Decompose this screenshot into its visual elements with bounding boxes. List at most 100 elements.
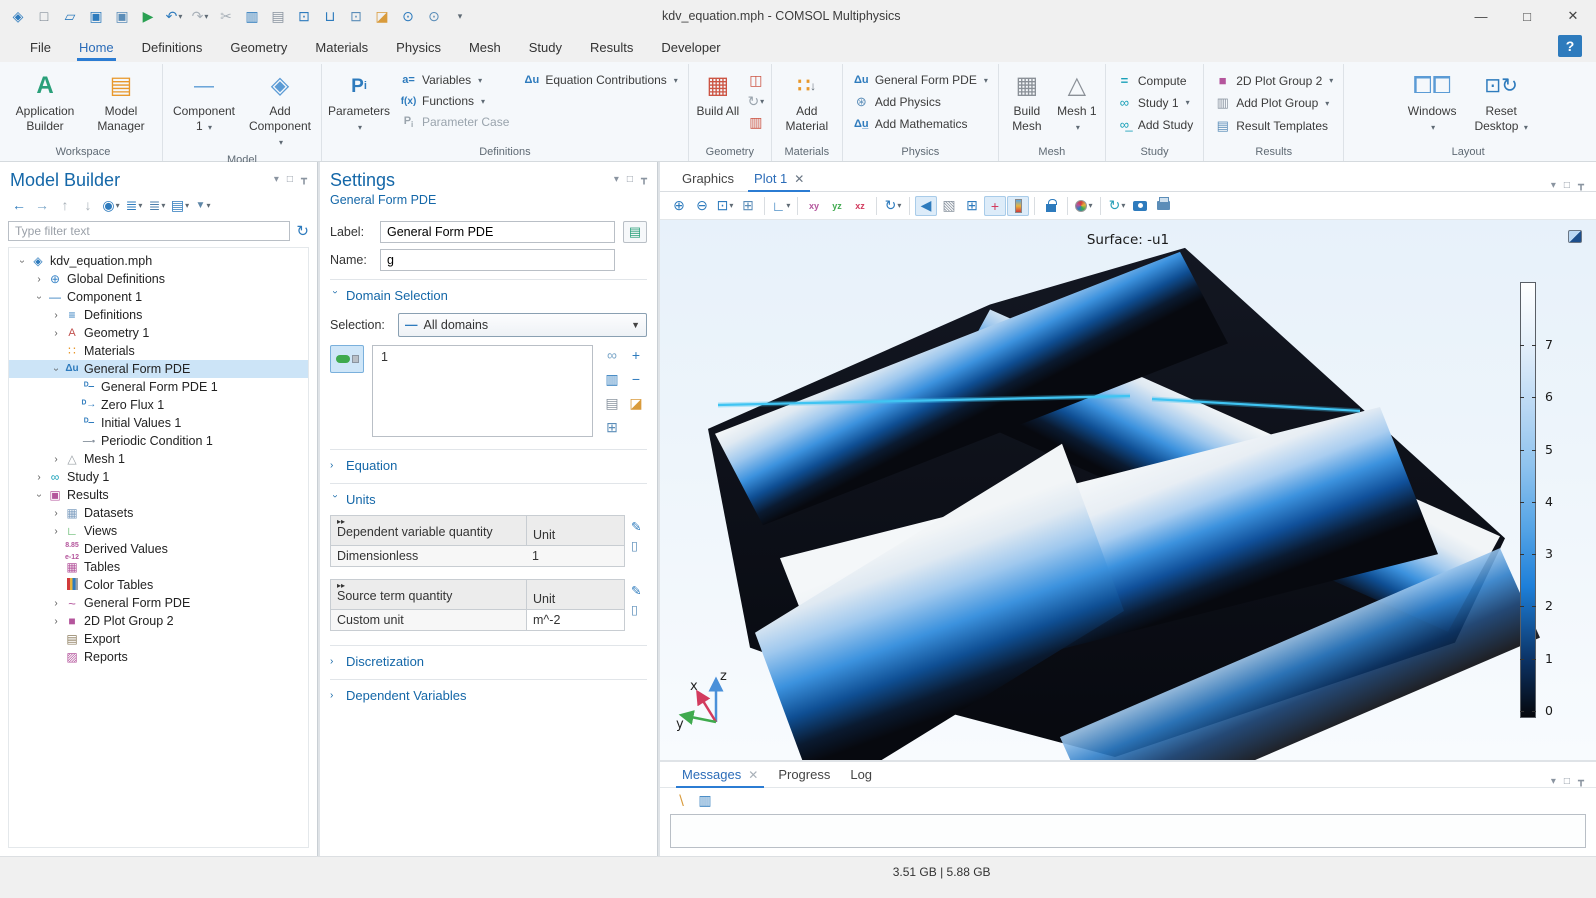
create-selection-button[interactable]: ∞	[601, 345, 623, 365]
minimize-button[interactable]: —	[1458, 0, 1504, 32]
pin-panel-icon[interactable]: ┳	[301, 174, 307, 185]
menu-results[interactable]: Results	[578, 36, 645, 59]
windows-button[interactable]: ⧠⧠ Windows▾	[1400, 68, 1464, 140]
model-manager-button[interactable]: ▤ Model Manager	[84, 68, 158, 140]
menu-materials[interactable]: Materials	[303, 36, 380, 59]
run-button[interactable]: ▶	[136, 4, 160, 28]
save-as-button[interactable]: ▣	[110, 4, 134, 28]
print-button[interactable]	[1152, 196, 1174, 216]
expand-icon[interactable]: ›	[49, 328, 63, 339]
pin-panel-icon[interactable]: ┳	[1578, 776, 1584, 787]
clear-log-button[interactable]: ∖	[670, 790, 692, 810]
clear-selection-button[interactable]: ◪	[370, 4, 394, 28]
tree-item[interactable]: ∷Materials	[9, 342, 308, 360]
collapse-icon[interactable]: ›	[17, 254, 28, 268]
collapse-icon[interactable]: ›	[34, 488, 45, 502]
section-equation[interactable]: › Equation	[330, 456, 647, 475]
refresh-filter-icon[interactable]: ↻	[296, 222, 309, 240]
menu-geometry[interactable]: Geometry	[218, 36, 299, 59]
menu-mesh[interactable]: Mesh	[457, 36, 513, 59]
tab-plot-1[interactable]: Plot 1 ✕	[744, 166, 814, 191]
change-unit-icon[interactable]: ▯	[631, 602, 641, 617]
result-templates-button[interactable]: ▤ Result Templates	[1208, 115, 1339, 137]
node-text-button[interactable]: ▤▾	[169, 195, 191, 215]
transparency-button[interactable]: ◀	[915, 196, 937, 216]
qat-dropdown-button[interactable]: ▾	[448, 4, 472, 28]
zoom-in-button[interactable]: ⊕	[668, 196, 690, 216]
view-yz-button[interactable]: yz	[826, 196, 848, 216]
filter-button[interactable]: ▼▾	[192, 195, 214, 215]
float-panel-icon[interactable]: □	[1564, 180, 1570, 191]
nav-forward-button[interactable]: →	[31, 195, 53, 215]
collapse-icon[interactable]: ›	[51, 362, 62, 376]
default-view-button[interactable]: ∟▾	[770, 196, 792, 216]
panel-menu-icon[interactable]: ▾	[274, 174, 279, 185]
tab-progress[interactable]: Progress	[768, 762, 840, 787]
scene-cube-icon[interactable]	[1568, 230, 1582, 243]
edit-table-icon[interactable]: ✎	[631, 583, 641, 598]
change-unit-icon[interactable]: ▯	[631, 538, 641, 553]
plot-canvas[interactable]: Surface: -u1 01234567 z x	[660, 220, 1596, 760]
tab-log[interactable]: Log	[840, 762, 882, 787]
component-1-button[interactable]: — Component 1 ▾	[167, 68, 241, 140]
tree-item[interactable]: Color Tables	[9, 576, 308, 594]
tree-item[interactable]: ›AGeometry 1	[9, 324, 308, 342]
virtual-operations-button[interactable]: ▥	[745, 112, 767, 132]
collapse-icon[interactable]: ›	[34, 290, 45, 304]
name-field-input[interactable]	[380, 249, 615, 271]
pin-panel-icon[interactable]: ┳	[641, 174, 647, 185]
add-mathematics-button[interactable]: Δu̲ Add Mathematics	[847, 114, 994, 134]
tree-item[interactable]: ᴰ‒Initial Values 1	[9, 414, 308, 432]
clear-selection-button[interactable]: ◪	[625, 393, 647, 413]
build-mesh-button[interactable]: ▦ Build Mesh	[1003, 68, 1051, 140]
tab-messages[interactable]: Messages ✕	[672, 762, 768, 787]
add-component-button[interactable]: ◈ Add Component ▾	[243, 68, 317, 152]
add-material-button[interactable]: ∷↓ Add Material	[776, 68, 838, 140]
zoom-extents-button[interactable]: ⊞	[737, 196, 759, 216]
comsol-logo-button[interactable]: ◈	[6, 4, 30, 28]
table-cell[interactable]: Dimensionless	[331, 546, 526, 566]
save-button[interactable]: ▣	[84, 4, 108, 28]
view-xz-button[interactable]: xz	[849, 196, 871, 216]
lock-button[interactable]	[1040, 196, 1062, 216]
move-down-button[interactable]: ↓	[77, 195, 99, 215]
expand-icon[interactable]: ›	[32, 274, 46, 285]
tree-item[interactable]: ›∟Views	[9, 522, 308, 540]
tree-item[interactable]: ›—Component 1	[9, 288, 308, 306]
reset-desktop-button[interactable]: ⊡↻ Reset Desktop ▾	[1466, 68, 1536, 140]
copy-button[interactable]: ▥	[240, 4, 264, 28]
add-plot-group-button[interactable]: ▥ Add Plot Group▾	[1208, 92, 1339, 114]
tree-item[interactable]: ›▦Datasets	[9, 504, 308, 522]
snapshot-button[interactable]	[1129, 196, 1151, 216]
show-axes-button[interactable]: +	[984, 196, 1006, 216]
section-dependent-variables[interactable]: › Dependent Variables	[330, 686, 647, 705]
domain-list[interactable]: 1	[372, 345, 593, 437]
expand-icon[interactable]: ›	[49, 508, 63, 519]
view-xy-button[interactable]: xy	[803, 196, 825, 216]
label-field-input[interactable]	[380, 221, 615, 243]
parameter-case-button[interactable]: Pi Parameter Case	[394, 112, 515, 132]
copy-table-button[interactable]: ▥	[694, 790, 716, 810]
equation-contributions-button[interactable]: Δu Equation Contributions▾	[517, 70, 683, 90]
select-frame-button[interactable]: ⊡	[344, 4, 368, 28]
tree-item[interactable]: ›■2D Plot Group 2	[9, 612, 308, 630]
redo-button[interactable]: ↷▾	[188, 4, 212, 28]
float-panel-icon[interactable]: □	[627, 174, 633, 185]
zoom-out-button[interactable]: ⊖	[691, 196, 713, 216]
tree-item[interactable]: ᴰ‒General Form PDE 1	[9, 378, 308, 396]
close-tab-icon[interactable]: ✕	[748, 768, 758, 782]
tree-item[interactable]: ›ΔuGeneral Form PDE	[9, 360, 308, 378]
paste-selection-button[interactable]: ▤	[601, 393, 623, 413]
application-builder-button[interactable]: A Application Builder	[8, 68, 82, 140]
panel-menu-icon[interactable]: ▾	[1551, 180, 1556, 191]
section-discretization[interactable]: › Discretization	[330, 652, 647, 671]
tree-item[interactable]: ›~General Form PDE	[9, 594, 308, 612]
collapse-all-button[interactable]: ≣▾	[146, 195, 168, 215]
tree-item[interactable]: ›△Mesh 1	[9, 450, 308, 468]
palette-button[interactable]: ▾	[1073, 196, 1095, 216]
rename-button[interactable]: ▤	[623, 221, 647, 243]
menu-definitions[interactable]: Definitions	[130, 36, 215, 59]
paste-button[interactable]: ▤	[266, 4, 290, 28]
tree-item[interactable]: ▨Reports	[9, 648, 308, 666]
tree-item[interactable]: ᴰ→Zero Flux 1	[9, 396, 308, 414]
